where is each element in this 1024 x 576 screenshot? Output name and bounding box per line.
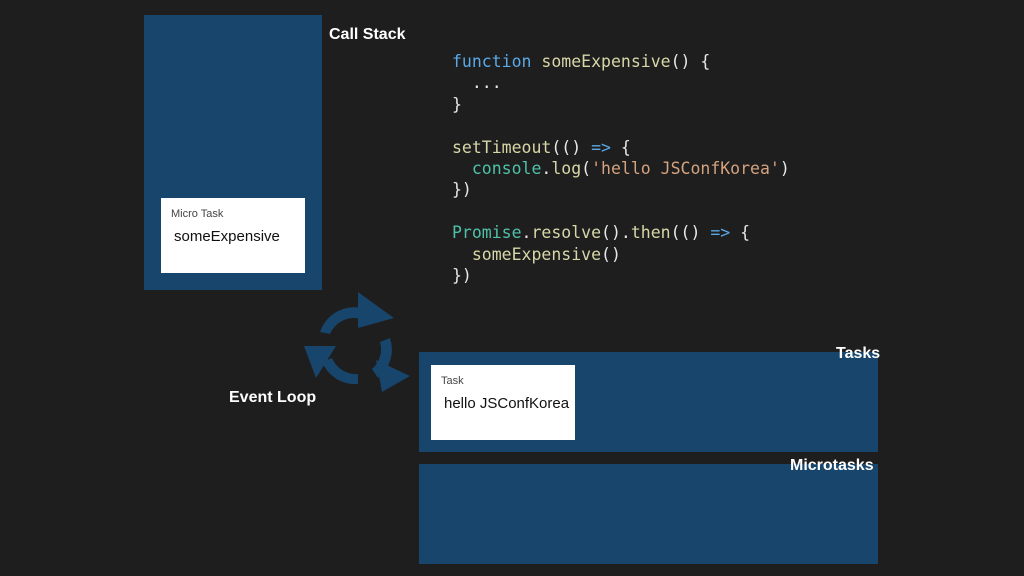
code-block: function someExpensive() { ... } setTime… [452, 51, 790, 286]
code-line-3: } [452, 94, 462, 114]
event-loop-label: Event Loop [229, 389, 317, 406]
code-line-10: someExpensive() [471, 244, 621, 264]
task-card: Task hello JSConfKorea [431, 365, 575, 440]
code-line-9: Promise.resolve().then(() => { [452, 223, 751, 243]
card-name-label: someExpensive [174, 228, 280, 245]
code-line-1: function someExpensive() { [452, 52, 711, 71]
cycle-arrows-icon [304, 292, 410, 392]
code-line-7: }) [452, 180, 472, 200]
card-name-label: hello JSConfKorea [444, 395, 570, 412]
card-kind-label: Micro Task [171, 208, 224, 220]
microtasks-label: Microtasks [790, 457, 874, 474]
code-line-11: }) [452, 266, 472, 286]
code-line-5: setTimeout(() => { [452, 137, 631, 157]
code-line-6: console.log('hello JSConfKorea') [471, 159, 790, 179]
call-stack-label: Call Stack [329, 26, 406, 43]
card-kind-label: Task [441, 375, 464, 387]
tasks-label: Tasks [836, 345, 881, 362]
code-line-2: ... [452, 73, 502, 93]
call-stack-microtask-card: Micro Task someExpensive [161, 198, 305, 273]
microtasks-panel [419, 464, 878, 564]
